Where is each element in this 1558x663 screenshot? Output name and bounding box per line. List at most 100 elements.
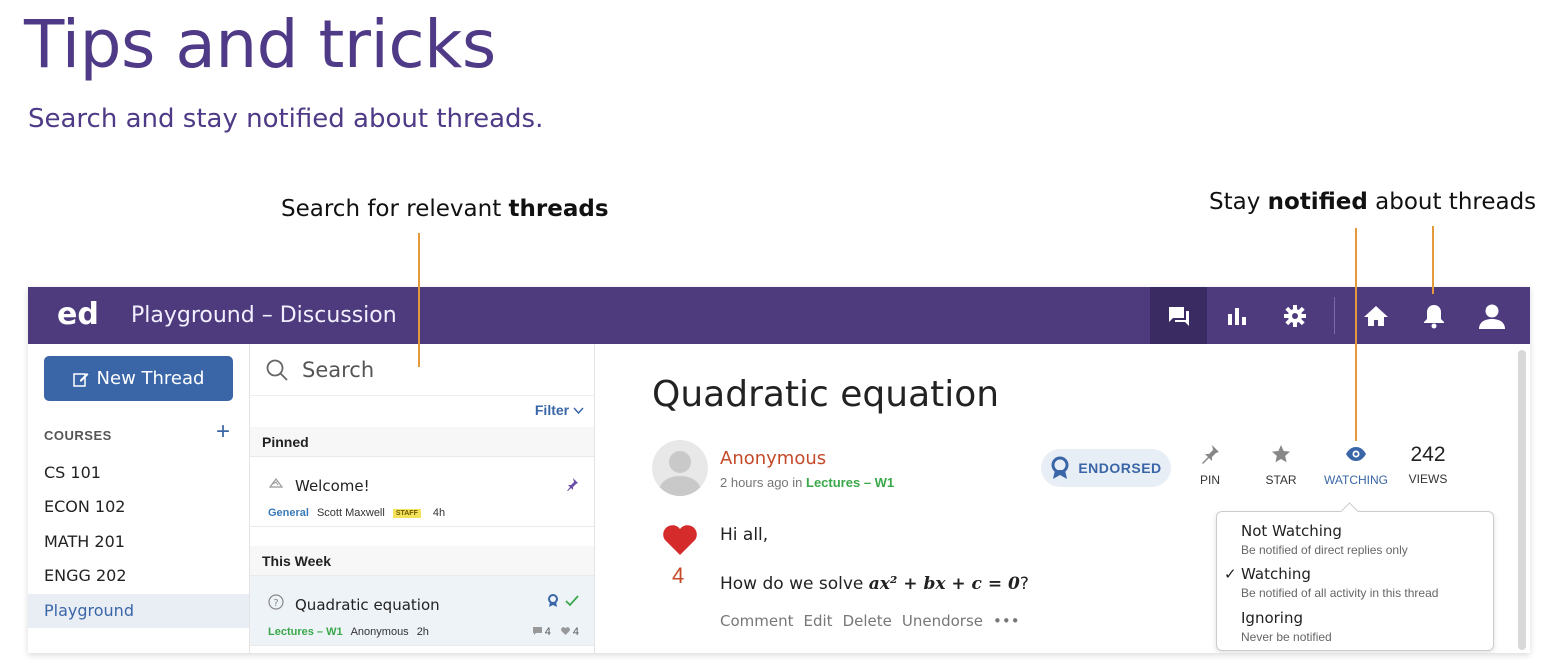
scrollbar[interactable] [1518, 350, 1526, 650]
app-title: Playground – Discussion [131, 303, 397, 328]
thread-heading: Quadratic equation [652, 374, 1000, 415]
analytics-icon[interactable] [1208, 287, 1265, 344]
more-options-button[interactable]: ••• [993, 612, 1020, 630]
eye-icon [1346, 447, 1366, 461]
star-button[interactable]: STAR [1259, 444, 1303, 487]
add-course-button[interactable]: + [216, 420, 230, 444]
settings-icon[interactable] [1266, 287, 1323, 344]
question-text: How do we solve [720, 574, 869, 594]
callout-line-bell [1432, 226, 1434, 294]
views-stat: 242 VIEWS [1403, 443, 1453, 487]
post-author[interactable]: Anonymous [720, 448, 826, 469]
thread-title: Welcome! [295, 477, 370, 495]
menu-option-not-watching[interactable]: Not Watching Be notified of direct repli… [1241, 522, 1491, 557]
pin-icon [567, 478, 578, 491]
math-equation: ax² + bx + c = 0 [868, 574, 1020, 594]
new-thread-button[interactable]: New Thread [44, 356, 233, 401]
ed-logo[interactable]: ed [57, 297, 99, 332]
courses-header: COURSES [44, 428, 112, 443]
bell-icon[interactable] [1405, 287, 1462, 344]
watching-label: WATCHING [1324, 473, 1388, 487]
comment-link[interactable]: Comment [720, 612, 794, 630]
menu-option-desc: Be notified of all activity in this thre… [1241, 586, 1439, 600]
nav-divider [1334, 297, 1335, 334]
post-timestamp: 2 hours ago in Lectures – W1 [720, 475, 894, 490]
thread-time: 2h [416, 626, 429, 638]
chevron-down-icon [573, 407, 584, 415]
post-body-greeting: Hi all, [720, 525, 769, 545]
pin-button[interactable]: PIN [1192, 444, 1228, 487]
search-icon [266, 359, 288, 381]
thread-category: Lectures – W1 [268, 626, 343, 638]
edit-link[interactable]: Edit [804, 612, 833, 630]
thread-list: Filter Pinned Welcome! General Scott Maxw… [250, 344, 595, 653]
comment-count-value: 4 [544, 626, 551, 638]
delete-link[interactable]: Delete [843, 612, 892, 630]
course-item-econ102[interactable]: ECON 102 [28, 490, 249, 524]
callout-line-watching [1355, 228, 1357, 441]
views-label: VIEWS [1408, 472, 1448, 486]
staff-badge: STAFF [392, 509, 421, 518]
unendorse-link[interactable]: Unendorse [902, 612, 983, 630]
thread-counts: 4 4 [532, 626, 579, 638]
star-label: STAR [1265, 473, 1297, 487]
svg-text:?: ? [273, 598, 278, 609]
edit-icon [72, 372, 89, 387]
topbar: ed Playground – Discussion [28, 287, 1530, 344]
menu-option-title: Ignoring [1241, 609, 1303, 627]
user-icon[interactable] [1463, 287, 1520, 344]
thread-item-welcome[interactable]: Welcome! General Scott Maxwell STAFF 4h [250, 457, 594, 527]
sidebar: New Thread COURSES + CS 101 ECON 102 MAT… [28, 344, 250, 653]
ribbon-icon [1051, 456, 1069, 479]
views-value: 242 [1410, 443, 1446, 466]
menu-option-title: Watching [1241, 565, 1311, 583]
menu-option-title: Not Watching [1241, 522, 1342, 540]
thread-author: Scott Maxwell [316, 507, 385, 519]
post-category[interactable]: Lectures – W1 [806, 475, 894, 490]
heart-icon[interactable] [662, 524, 698, 556]
page-subtitle: Search and stay notified about threads. [28, 104, 544, 134]
endorsed-icon [548, 594, 558, 607]
callout-notify-prefix: Stay [1209, 189, 1268, 215]
star-icon [1272, 445, 1290, 463]
callout-notify-bold: notified [1267, 189, 1368, 215]
thread-item-quadratic[interactable]: ? Quadratic equation Lectures – W1 Anonym… [250, 576, 594, 646]
post-body-question: How do we solve ax² + bx + c = 0? [720, 574, 1029, 594]
course-item-cs101[interactable]: CS 101 [28, 456, 249, 490]
thread-author: Anonymous [350, 626, 409, 638]
new-thread-label: New Thread [96, 368, 205, 389]
search-input[interactable] [302, 356, 582, 384]
discussion-icon[interactable] [1150, 287, 1207, 344]
thread-meta: Lectures – W1 Anonymous 2h [268, 626, 429, 638]
endorsed-badge: ENDORSED [1041, 449, 1171, 487]
this-week-section-label: This Week [250, 546, 594, 576]
filter-label: Filter [534, 402, 570, 418]
announcement-icon [268, 478, 284, 488]
pin-label: PIN [1199, 473, 1220, 487]
menu-option-desc: Be notified of direct replies only [1241, 543, 1408, 557]
comment-icon [532, 627, 542, 635]
heart-icon [560, 627, 570, 635]
pinned-section-label: Pinned [250, 427, 594, 457]
thread-category: General [268, 507, 309, 519]
menu-option-watching[interactable]: ✓ Watching Be notified of all activity i… [1224, 565, 1491, 600]
watching-button[interactable]: WATCHING [1318, 444, 1394, 487]
course-item-engg202[interactable]: ENGG 202 [28, 559, 249, 593]
menu-option-ignoring[interactable]: Ignoring Never be notified [1241, 609, 1491, 644]
course-item-playground[interactable]: Playground [28, 594, 249, 628]
filter-dropdown[interactable]: Filter [535, 402, 584, 418]
thread-time: 4h [432, 507, 446, 519]
like-count: 4 [560, 626, 579, 638]
course-item-math201[interactable]: MATH 201 [28, 525, 249, 559]
avatar [652, 440, 708, 496]
like-count-value: 4 [572, 626, 579, 638]
search-bar [250, 344, 594, 396]
callout-notify: Stay notified about threads [1209, 189, 1536, 215]
menu-option-desc: Never be notified [1241, 630, 1332, 644]
thread-status [547, 594, 579, 608]
pin-icon [1202, 445, 1219, 464]
ed-app-window: ed Playground – Discussion New Thread CO… [28, 287, 1530, 653]
callout-line-search [418, 233, 420, 367]
post-actions: Comment Edit Delete Unendorse ••• [720, 612, 1020, 630]
callout-notify-suffix: about threads [1367, 189, 1537, 215]
